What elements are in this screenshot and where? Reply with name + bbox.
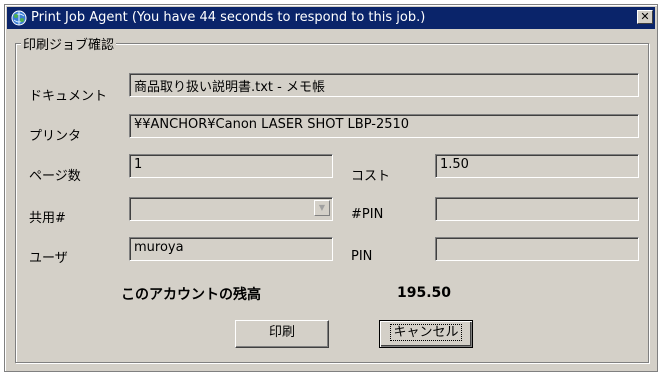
shared-label: 共用#	[29, 211, 66, 226]
shared-combobox: ▼	[129, 197, 333, 221]
pages-label: ページ数	[29, 169, 81, 184]
close-button[interactable]: ✕	[637, 10, 653, 24]
print-button-label: 印刷	[268, 325, 295, 340]
pin-hash-label: #PIN	[351, 207, 384, 222]
print-job-agent-dialog: Print Job Agent (You have 44 seconds to …	[4, 4, 658, 372]
user-field: muroya	[129, 237, 333, 261]
chevron-down-icon: ▼	[314, 200, 330, 216]
balance-label: このアカウントの残高	[121, 287, 261, 303]
printer-field: ¥¥ANCHOR¥Canon LASER SHOT LBP-2510	[129, 114, 639, 138]
printer-label: プリンタ	[29, 129, 82, 144]
window-title: Print Job Agent (You have 44 seconds to …	[31, 10, 426, 25]
document-field: 商品取り扱い説明書.txt - メモ帳	[129, 73, 639, 97]
print-button[interactable]: 印刷	[235, 320, 329, 348]
group-title: 印刷ジョブ確認	[21, 34, 117, 53]
pages-field: 1	[129, 154, 333, 178]
cost-label: コスト	[351, 169, 391, 184]
printer-globe-icon	[11, 10, 27, 26]
pin-field[interactable]	[435, 237, 639, 261]
document-label: ドキュメント	[29, 89, 108, 104]
user-label: ユーザ	[29, 251, 68, 266]
cost-field: 1.50	[435, 154, 639, 178]
close-icon: ✕	[640, 10, 650, 23]
title-bar[interactable]: Print Job Agent (You have 44 seconds to …	[7, 7, 655, 29]
balance-value: 195.50	[397, 285, 452, 301]
pin-label: PIN	[351, 249, 373, 264]
cancel-button[interactable]: キャンセル	[379, 320, 473, 348]
cancel-button-label: キャンセル	[390, 324, 462, 341]
pin-hash-field	[435, 197, 639, 221]
